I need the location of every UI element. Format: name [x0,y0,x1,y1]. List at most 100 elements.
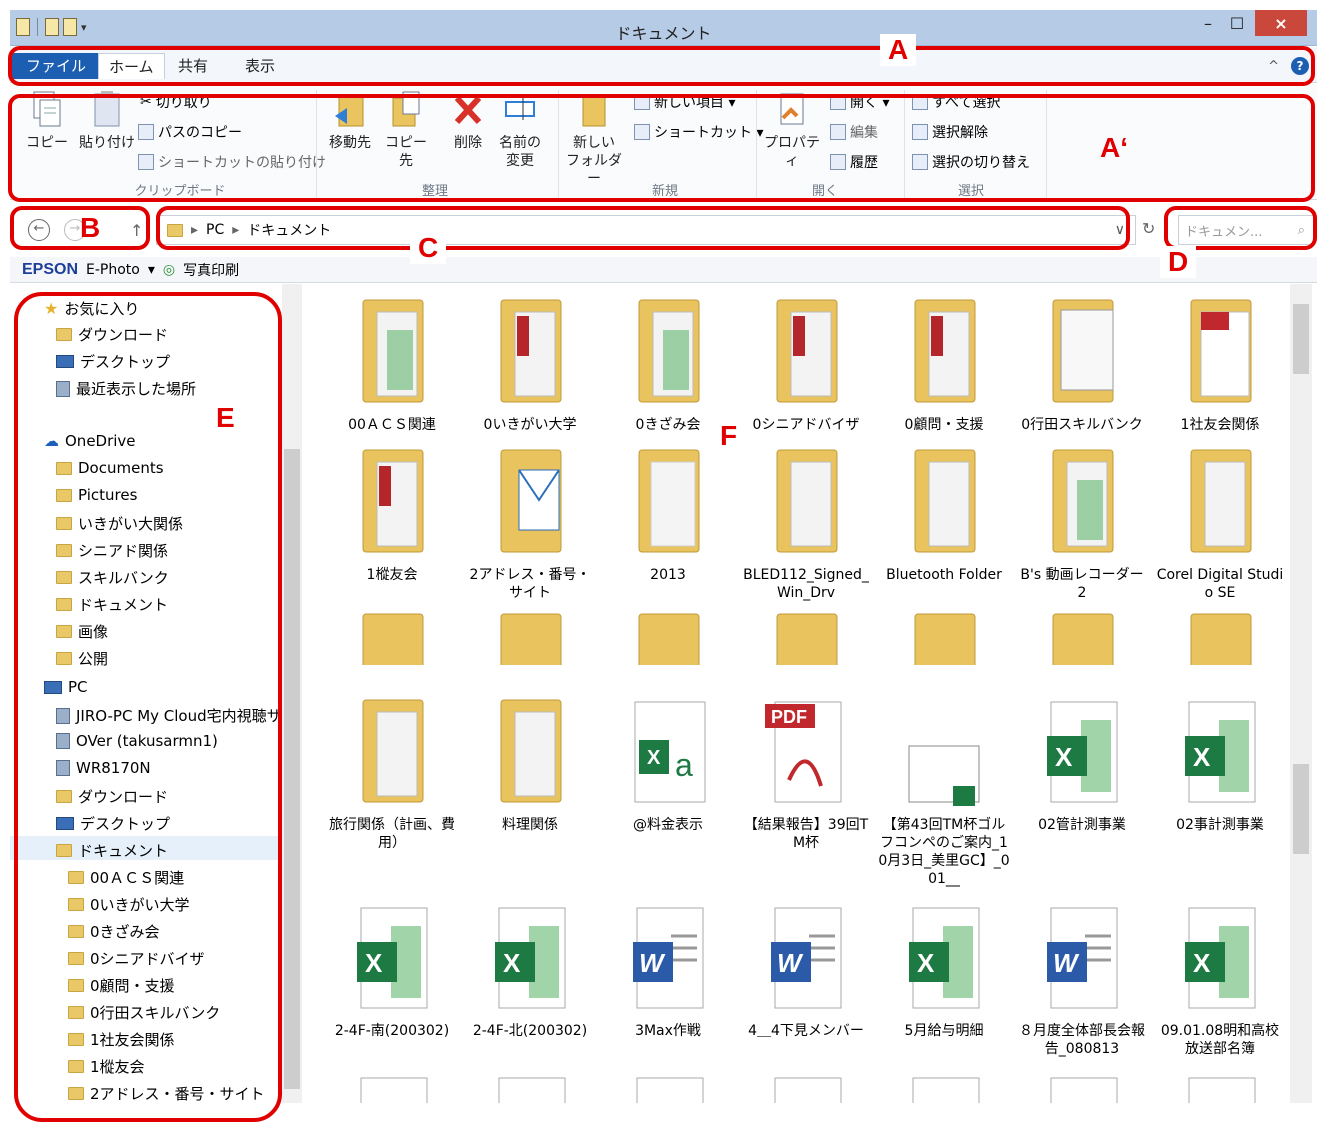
file-item[interactable]: Xa @料金表示 [602,690,734,834]
folder-item[interactable]: 1樅友会 [326,440,458,584]
e-photo-button[interactable]: E-Photo [86,262,140,278]
file-item[interactable]: X 02事計測事業 [1154,690,1286,834]
folder-item[interactable]: 1社友会関係 [1154,290,1286,434]
svg-text:W: W [1053,948,1080,978]
file-name: Corel Digital Studio SE [1156,567,1284,601]
e-photo-dropdown-icon[interactable]: ▾ [148,262,155,278]
annotation-label-d: D [1160,246,1197,278]
folder-item[interactable]: 料理関係 [464,690,596,834]
epson-logo: EPSON [22,260,79,278]
folder-item[interactable]: Bluetooth Folder [878,440,1010,584]
nav-scroll-thumb[interactable] [284,449,300,1089]
excel-file-icon: X [1185,701,1256,803]
file-name: 0行田スキルバンク [1021,417,1143,433]
excel-file-icon: X [1047,701,1118,803]
svg-text:X: X [1193,742,1211,772]
file-name: 09.01.08明和高校放送部名簿 [1160,1023,1280,1057]
file-name: 2013 [650,567,686,583]
file-item[interactable]: X 02管計測事業 [1016,690,1148,834]
folder-icon [1052,449,1114,553]
folder-item[interactable]: 0きざみ会 [602,290,734,434]
file-item[interactable]: X 2-4F-南(200302) [326,896,458,1040]
file-item[interactable] [464,1074,596,1103]
file-name: B's 動画レコーダー 2 [1020,567,1144,601]
nav-scrollbar[interactable] [282,284,302,1103]
folder-icon [638,299,700,403]
file-name: 1社友会関係 [1180,417,1260,433]
file-item[interactable] [1154,1074,1286,1103]
content-scroll-thumb-lower[interactable] [1293,764,1309,854]
folder-icon [362,449,424,553]
annotation-label-a2: A‘ [1100,132,1128,163]
excel-file-icon [774,1077,842,1103]
excel-file-icon: X [1185,907,1256,1009]
folder-item[interactable]: 00ＡＣＳ関連 [326,290,458,434]
file-name: 3Max作戦 [635,1023,701,1039]
file-name: 料理関係 [502,817,558,833]
file-item[interactable]: W 3Max作戦 [602,896,734,1040]
file-item[interactable]: W 4＿4下見メンバー [740,896,872,1040]
svg-text:X: X [647,747,661,769]
folder-item[interactable]: Corel Digital Studio SE [1154,440,1286,602]
folder-icon [638,449,700,553]
content-scroll-thumb[interactable] [1293,304,1309,374]
file-name: 02管計測事業 [1038,817,1126,833]
file-item[interactable]: 【第43回TM杯ゴルフコンペのご案内_10月3日_美里GC】_001__ [878,690,1010,888]
file-item[interactable]: X 5月給与明細 [878,896,1010,1040]
file-item[interactable]: X 2-4F-北(200302) [464,896,596,1040]
excel-file-icon: X [495,907,566,1009]
svg-text:X: X [1055,742,1073,772]
maximize-button[interactable]: ☐ [1223,10,1251,36]
annotation-box-a [8,46,1315,86]
file-item[interactable]: W ８月度全体部長会報告_080813 [1016,896,1148,1058]
file-item[interactable]: PDF 【結果報告】39回TM杯 [740,690,872,852]
svg-text:W: W [777,948,804,978]
file-item[interactable] [740,1074,872,1103]
window-title: ドキュメント [615,24,712,43]
file-name: @料金表示 [633,817,703,833]
folder-item[interactable]: 2アドレス・番号・サイト [464,440,596,602]
file-name: 2-4F-南(200302) [334,1023,450,1039]
file-name: Bluetooth Folder [886,567,1002,583]
folder-item[interactable]: BLED112_Signed_Win_Drv [740,440,872,602]
file-item[interactable] [602,1074,734,1103]
annotation-label-f: F [720,420,738,451]
svg-text:X: X [503,948,521,978]
folder-item[interactable]: 0シニアドバイザ [740,290,872,434]
word-file-icon: W [633,907,704,1009]
file-item[interactable] [1016,1074,1148,1103]
refresh-icon[interactable]: ↻ [1142,219,1155,238]
close-button[interactable]: × [1255,10,1307,36]
annotation-box-d [1164,206,1317,250]
divider [302,665,1292,681]
file-name: 5月給与明細 [904,1023,984,1039]
content-scrollbar[interactable] [1290,284,1312,1103]
file-name: 0顧問・支援 [904,417,984,433]
word-file-icon [1188,1077,1256,1103]
annotation-box-c [156,206,1130,250]
excel-file-icon: X [357,907,428,1009]
file-item[interactable] [878,1074,1010,1103]
excel-file-icon: X [909,907,980,1009]
file-item[interactable] [326,1074,458,1103]
folder-icon [500,299,562,403]
folder-item[interactable]: B's 動画レコーダー 2 [1016,440,1148,602]
folder-item[interactable]: 2013 [602,440,734,584]
svg-text:PDF: PDF [771,707,807,727]
file-name: ８月度全体部長会報告_080813 [1019,1023,1145,1057]
folder-item[interactable]: 0顧問・支援 [878,290,1010,434]
folder-icon [1052,299,1114,403]
file-name: 【結果報告】39回TM杯 [743,817,869,851]
folder-item[interactable]: 0いきがい大学 [464,290,596,434]
file-name: 旅行関係（計画、費用） [329,817,455,851]
file-item[interactable]: X 09.01.08明和高校放送部名簿 [1154,896,1286,1058]
folder-item[interactable]: 旅行関係（計画、費用） [326,690,458,852]
folder-icon [500,449,562,553]
pdf-file-icon: PDF [765,701,842,803]
epson-toolbar: EPSON E-Photo ▾ ◎ 写真印刷 [10,257,1317,283]
photo-print-button[interactable]: 写真印刷 [183,260,239,280]
excel-shortcut-icon: Xa [634,701,706,803]
file-list: 00ＡＣＳ関連 0いきがい大学 0きざみ会 0シニアドバイザ 0顧問・支援 0行… [302,284,1317,1103]
minimize-button[interactable]: – [1193,10,1223,36]
folder-item[interactable]: 0行田スキルバンク [1016,290,1148,434]
